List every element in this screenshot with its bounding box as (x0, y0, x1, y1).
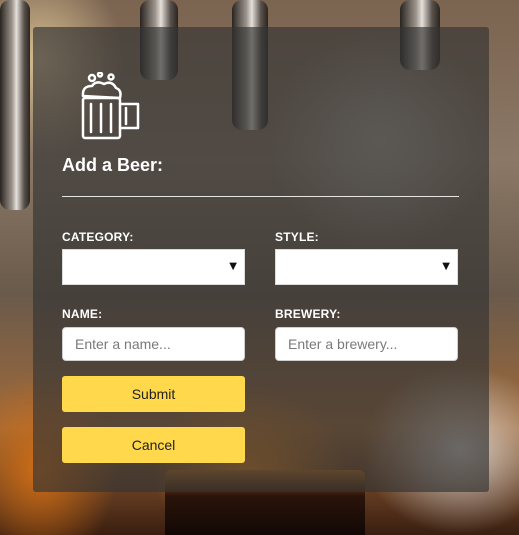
form-title: Add a Beer: (62, 155, 164, 175)
chevron-down-icon: ▼ (229, 261, 237, 272)
title-divider (62, 196, 459, 197)
chevron-down-icon: ▼ (442, 261, 450, 272)
category-select[interactable]: ▼ (62, 249, 245, 285)
category-label: CATEGORY: (62, 230, 134, 244)
cancel-button[interactable]: Cancel (62, 427, 245, 463)
name-label: NAME: (62, 307, 103, 321)
name-input[interactable] (62, 327, 245, 361)
beer-tap (0, 0, 30, 210)
beer-mug-icon (81, 72, 140, 140)
style-label: STYLE: (275, 230, 319, 244)
brewery-input[interactable] (275, 327, 458, 361)
style-select[interactable]: ▼ (275, 249, 458, 285)
brewery-label: BREWERY: (275, 307, 341, 321)
submit-button[interactable]: Submit (62, 376, 245, 412)
